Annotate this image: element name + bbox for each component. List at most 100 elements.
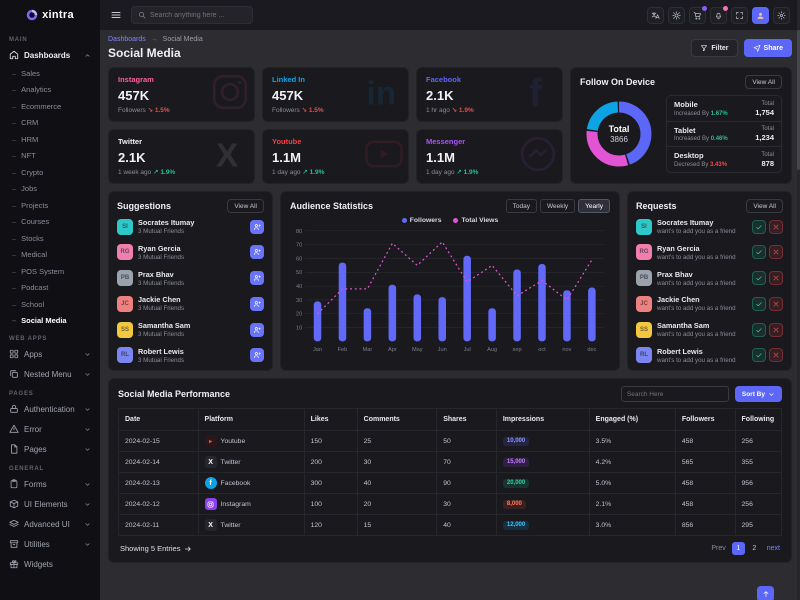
sidebar-item-advanced-ui[interactable]: Advanced UI: [9, 514, 91, 534]
add-friend-button[interactable]: [250, 271, 264, 285]
sidebar-item-dashboards[interactable]: Dashboards: [9, 45, 91, 65]
chart-range-buttons: TodayWeeklyYearly: [506, 199, 610, 213]
brand-logo[interactable]: xintra: [0, 0, 100, 30]
trend-up-icon: ↗ 1.9%: [456, 169, 478, 176]
cell-platform: XTwitter: [198, 452, 304, 473]
sidebar-item-ui-elements[interactable]: UI Elements: [9, 494, 91, 514]
sidebar-subitem-jobs[interactable]: –Jobs: [9, 181, 91, 198]
range-button-yearly[interactable]: Yearly: [578, 199, 610, 213]
sidebar-subitem-crm[interactable]: –CRM: [9, 115, 91, 132]
accept-request-button[interactable]: [752, 271, 766, 285]
stat-card-youtube: Youtube1.1M1 day ago ↗ 1.9%: [262, 129, 409, 184]
suggestion-item: JCJackie Chen3 Mutual Friends: [117, 295, 264, 312]
sidebar-subitem-crypto[interactable]: –Crypto: [9, 164, 91, 181]
notifications-button[interactable]: [710, 7, 727, 24]
accept-request-button[interactable]: [752, 245, 766, 259]
decline-request-button[interactable]: [769, 220, 783, 234]
cell-likes: 100: [304, 494, 357, 515]
breadcrumb-dashboards-link[interactable]: Dashboards: [108, 36, 146, 43]
pagination-page-2[interactable]: 2: [748, 542, 761, 555]
sidebar-subitem-ecommerce[interactable]: –Ecommerce: [9, 98, 91, 115]
expand-icon: [735, 11, 744, 20]
sidebar-subitem-podcast[interactable]: –Podcast: [9, 280, 91, 297]
filter-button[interactable]: Filter: [691, 39, 737, 57]
sidebar-subitem-social-media[interactable]: –Social Media: [9, 313, 91, 330]
cart-button[interactable]: [689, 7, 706, 24]
fullscreen-button[interactable]: [731, 7, 748, 24]
theme-toggle-button[interactable]: [668, 7, 685, 24]
sidebar-subitem-nft[interactable]: –NFT: [9, 148, 91, 165]
sidebar-subitem-stocks[interactable]: –Stocks: [9, 230, 91, 247]
add-friend-button[interactable]: [250, 220, 264, 234]
legend-item-followers[interactable]: Followers: [402, 217, 442, 224]
filter-icon: [700, 44, 708, 52]
check-icon: [755, 274, 763, 282]
search-input[interactable]: [150, 12, 246, 19]
trend-up-icon: ↗ 1.9%: [302, 169, 324, 176]
decline-request-button[interactable]: [769, 245, 783, 259]
menu-toggle-icon[interactable]: [110, 9, 122, 21]
sidebar-subitem-pos-system[interactable]: –POS System: [9, 263, 91, 280]
suggestions-view-all-button[interactable]: View All: [227, 199, 264, 213]
range-button-today[interactable]: Today: [506, 199, 537, 213]
avatar: RL: [117, 347, 133, 363]
sidebar-item-forms[interactable]: Forms: [9, 474, 91, 494]
accept-request-button[interactable]: [752, 297, 766, 311]
column-header-shares: Shares: [437, 409, 497, 431]
share-button[interactable]: Share: [744, 39, 792, 57]
sort-by-button[interactable]: Sort By: [735, 386, 782, 402]
sidebar-item-nested-menu[interactable]: Nested Menu: [9, 364, 91, 384]
pagination-page-1[interactable]: 1: [732, 542, 745, 555]
sidebar-item-error[interactable]: Error: [9, 419, 91, 439]
profile[interactable]: [752, 7, 769, 24]
column-header-followers: Followers: [675, 409, 735, 431]
svg-text:50: 50: [296, 270, 302, 276]
decline-request-button[interactable]: [769, 348, 783, 362]
table-search-input[interactable]: [621, 386, 729, 402]
decline-request-button[interactable]: [769, 297, 783, 311]
sidebar-subitem-hrm[interactable]: –HRM: [9, 131, 91, 148]
add-friend-button[interactable]: [250, 348, 264, 362]
svg-text:oct: oct: [538, 347, 546, 353]
cell-platform: Instagram: [198, 494, 304, 515]
settings-button[interactable]: [773, 7, 790, 24]
impressions-badge: 15,000: [503, 458, 529, 467]
cell-following: 256: [735, 494, 781, 515]
decline-request-button[interactable]: [769, 271, 783, 285]
close-icon: [772, 248, 780, 256]
svg-text:Total: Total: [609, 124, 630, 134]
cell-comments: 15: [357, 515, 437, 536]
chevron-down-icon: [84, 501, 91, 508]
close-icon: [772, 223, 780, 231]
sidebar-subitem-medical[interactable]: –Medical: [9, 247, 91, 264]
language-button[interactable]: [647, 7, 664, 24]
sidebar-subitem-analytics[interactable]: –Analytics: [9, 82, 91, 99]
add-friend-button[interactable]: [250, 323, 264, 337]
range-button-weekly[interactable]: Weekly: [540, 199, 575, 213]
sidebar-item-pages[interactable]: Pages: [9, 439, 91, 459]
add-friend-button[interactable]: [250, 297, 264, 311]
legend-item-total-views[interactable]: Total Views: [453, 217, 498, 224]
accept-request-button[interactable]: [752, 348, 766, 362]
sidebar-subitem-courses[interactable]: –Courses: [9, 214, 91, 231]
pagination-next[interactable]: next: [767, 545, 780, 552]
sidebar-section-label: MAIN: [9, 37, 91, 43]
device-view-all-button[interactable]: View All: [745, 75, 782, 89]
stat-card-facebook: Facebook2.1K1 hr ago ↘ 1.9%f: [416, 67, 563, 122]
sidebar-item-utilities[interactable]: Utilities: [9, 534, 91, 554]
sidebar-item-widgets[interactable]: Widgets: [9, 554, 91, 574]
decline-request-button[interactable]: [769, 323, 783, 337]
requests-view-all-button[interactable]: View All: [746, 199, 783, 213]
pagination-prev[interactable]: Prev: [711, 545, 725, 552]
facebook-icon: f: [205, 477, 217, 489]
sidebar-item-apps[interactable]: Apps: [9, 344, 91, 364]
sidebar-subitem-projects[interactable]: –Projects: [9, 197, 91, 214]
accept-request-button[interactable]: [752, 220, 766, 234]
accept-request-button[interactable]: [752, 323, 766, 337]
sidebar-subitem-sales[interactable]: –Sales: [9, 65, 91, 82]
suggestion-item: SSSamantha Sam3 Mutual Friends: [117, 321, 264, 338]
sidebar-subitem-school[interactable]: –School: [9, 296, 91, 313]
sidebar-item-authentication[interactable]: Authentication: [9, 399, 91, 419]
add-friend-button[interactable]: [250, 245, 264, 259]
scroll-to-top-button[interactable]: [757, 586, 774, 600]
